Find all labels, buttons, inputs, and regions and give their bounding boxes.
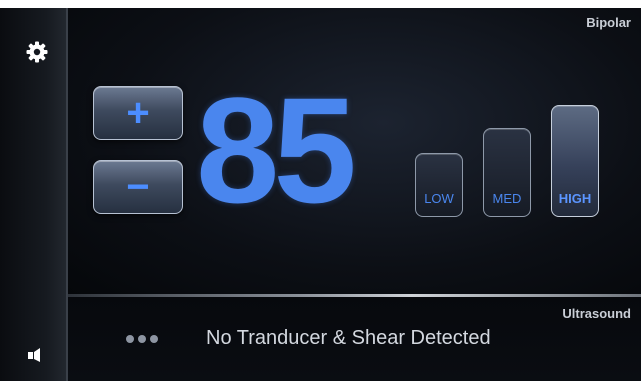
minus-icon: − xyxy=(126,165,150,209)
gear-icon[interactable] xyxy=(25,40,49,64)
bipolar-mode-label: Bipolar xyxy=(586,15,631,30)
ultrasound-mode-label: Ultrasound xyxy=(562,306,631,321)
plus-icon: + xyxy=(126,91,150,135)
level-med-label: MED xyxy=(492,191,522,206)
level-low-button[interactable]: LOW xyxy=(415,153,463,217)
level-high-label: HIGH xyxy=(558,191,592,206)
power-value: 85 xyxy=(196,66,357,234)
level-low-label: LOW xyxy=(424,191,454,206)
level-med-button[interactable]: MED xyxy=(483,128,531,217)
top-frame-bar xyxy=(0,0,641,8)
level-high-button[interactable]: HIGH xyxy=(551,105,599,217)
sidebar xyxy=(0,8,68,381)
speaker-icon[interactable] xyxy=(26,346,44,364)
decrease-power-button[interactable]: − xyxy=(93,160,183,214)
increase-power-button[interactable]: + xyxy=(93,86,183,140)
ultrasound-status-text: No Tranducer & Shear Detected xyxy=(206,327,491,349)
dot-icon xyxy=(126,335,134,343)
dot-icon xyxy=(138,335,146,343)
more-options-button[interactable] xyxy=(126,335,158,343)
dot-icon xyxy=(150,335,158,343)
